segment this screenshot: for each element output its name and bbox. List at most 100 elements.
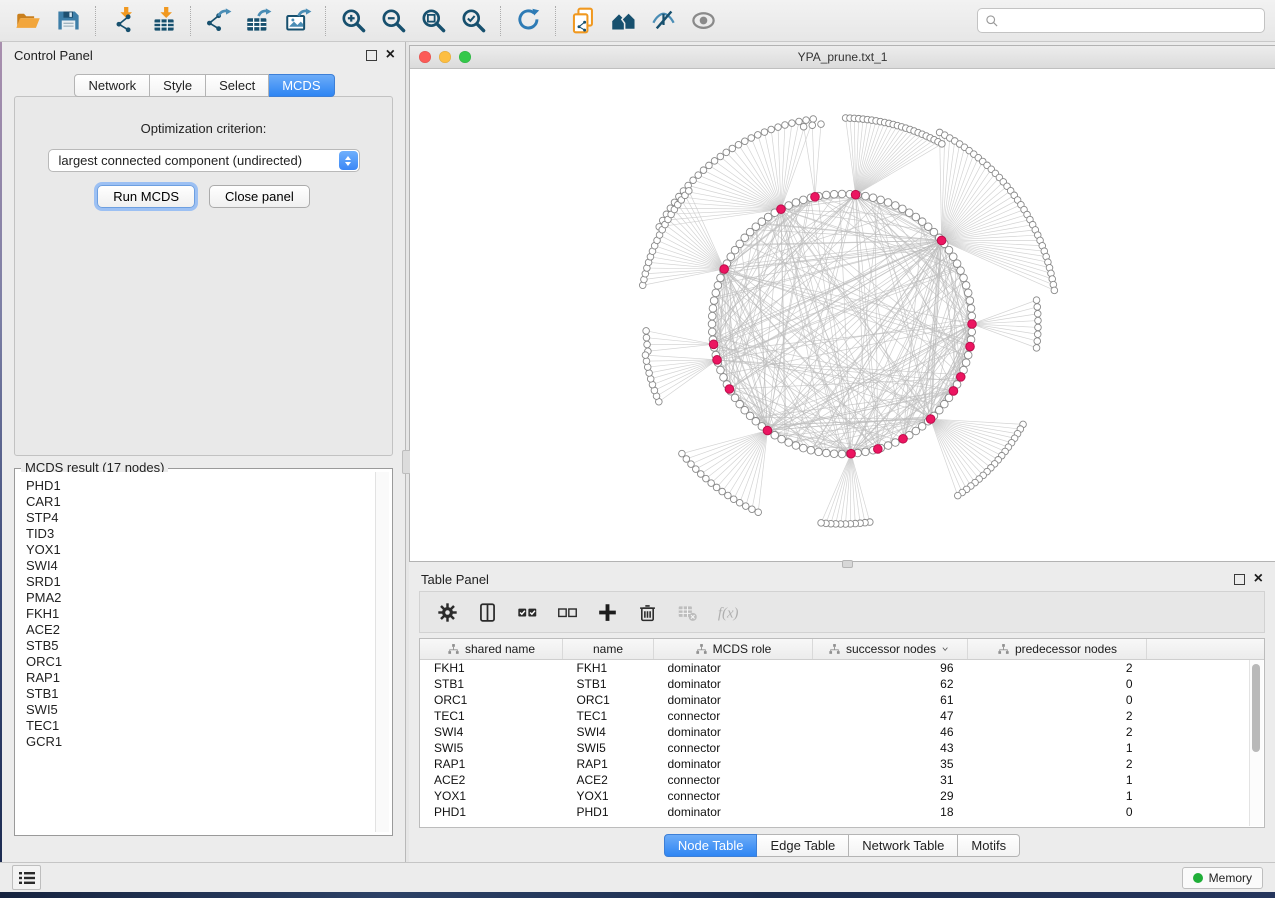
mcds-result-scrollbar[interactable] (375, 472, 389, 832)
cell-successor-nodes: 61 (813, 692, 968, 708)
float-panel-icon[interactable] (1234, 574, 1245, 585)
export-image-button[interactable] (278, 4, 318, 38)
float-panel-icon[interactable] (366, 50, 377, 61)
mcds-result-item[interactable]: STB1 (26, 686, 381, 702)
mcds-result-item[interactable]: FKH1 (26, 606, 381, 622)
control-panel-tabs: NetworkStyleSelectMCDS (4, 74, 405, 97)
table-row[interactable]: YOX1YOX1connector291 (420, 788, 1264, 804)
close-panel-button[interactable]: Close panel (209, 185, 310, 208)
search-input[interactable] (1004, 13, 1257, 29)
table-options-button[interactable] (432, 597, 462, 627)
tab-network-table[interactable]: Network Table (849, 834, 958, 857)
minimize-window-icon[interactable] (439, 51, 451, 63)
destroy-table-icon (677, 602, 698, 623)
first-neighbors-button[interactable] (603, 4, 643, 38)
select-all-icon (517, 602, 538, 623)
mcds-result-item[interactable]: TEC1 (26, 718, 381, 734)
table-row[interactable]: SWI5SWI5connector431 (420, 740, 1264, 756)
zoom-in-button[interactable] (333, 4, 373, 38)
mcds-result-item[interactable]: ORC1 (26, 654, 381, 670)
zoom-selected-button[interactable] (453, 4, 493, 38)
tab-mcds[interactable]: MCDS (269, 74, 334, 97)
search-field[interactable] (977, 8, 1265, 33)
zoom-selected-icon (460, 7, 487, 34)
column-header-MCDS-role[interactable]: MCDS role (654, 639, 813, 660)
optimization-criterion-label: Optimization criterion: (15, 121, 392, 136)
table-scrollbar[interactable] (1249, 660, 1263, 826)
hide-selected-button[interactable] (643, 4, 683, 38)
save-button[interactable] (48, 4, 88, 38)
export-image-icon (285, 7, 312, 34)
tab-network[interactable]: Network (74, 74, 150, 97)
network-window-titlebar[interactable]: YPA_prune.txt_1 (410, 46, 1275, 69)
horizontal-splitter[interactable] (409, 562, 1275, 567)
table-row[interactable]: ACE2ACE2connector311 (420, 772, 1264, 788)
mcds-result-item[interactable]: CAR1 (26, 494, 381, 510)
close-panel-icon[interactable]: × (1254, 574, 1263, 584)
table-row[interactable]: STB1STB1dominator620 (420, 676, 1264, 692)
delete-button[interactable] (632, 597, 662, 627)
mcds-result-item[interactable]: RAP1 (26, 670, 381, 686)
column-header-shared-name[interactable]: shared name (420, 639, 563, 660)
mcds-result-item[interactable]: STB5 (26, 638, 381, 654)
tab-node-table[interactable]: Node Table (664, 834, 758, 857)
run-mcds-button[interactable]: Run MCDS (97, 185, 195, 208)
mcds-result-list[interactable]: PHD1CAR1STP4TID3YOX1SWI4SRD1PMA2FKH1ACE2… (18, 472, 389, 832)
table-row[interactable]: RAP1RAP1dominator352 (420, 756, 1264, 772)
mcds-result-item[interactable]: TID3 (26, 526, 381, 542)
show-all-button[interactable] (683, 4, 723, 38)
close-window-icon[interactable] (419, 51, 431, 63)
mcds-result-item[interactable]: ACE2 (26, 622, 381, 638)
cell-shared-name: ACE2 (420, 772, 563, 788)
mcds-tab-body: Optimization criterion: largest connecte… (14, 96, 393, 456)
table-row[interactable]: ORC1ORC1dominator610 (420, 692, 1264, 708)
table-row[interactable]: TEC1TEC1connector472 (420, 708, 1264, 724)
import-network-button[interactable] (103, 4, 143, 38)
import-table-button[interactable] (143, 4, 183, 38)
mcds-result-item[interactable]: SRD1 (26, 574, 381, 590)
share-document-button[interactable] (563, 4, 603, 38)
mcds-result-item[interactable]: PMA2 (26, 590, 381, 606)
search-icon (985, 14, 999, 28)
tab-style[interactable]: Style (150, 74, 206, 97)
column-header-predecessor-nodes[interactable]: predecessor nodes (968, 639, 1147, 660)
table-options-icon (437, 602, 458, 623)
column-header-name[interactable]: name (563, 639, 654, 660)
tab-edge-table[interactable]: Edge Table (757, 834, 849, 857)
memory-button[interactable]: Memory (1182, 867, 1263, 889)
table-row[interactable]: PHD1PHD1dominator180 (420, 804, 1264, 820)
export-table-button[interactable] (238, 4, 278, 38)
mcds-result-item[interactable]: SWI4 (26, 558, 381, 574)
task-history-button[interactable] (12, 865, 41, 890)
close-panel-icon[interactable]: × (386, 50, 395, 60)
zoom-out-button[interactable] (373, 4, 413, 38)
mcds-result-item[interactable]: YOX1 (26, 542, 381, 558)
open-button[interactable] (8, 4, 48, 38)
add-button[interactable] (592, 597, 622, 627)
cell-predecessor-nodes: 0 (968, 804, 1147, 820)
mcds-result-item[interactable]: SWI5 (26, 702, 381, 718)
tab-select[interactable]: Select (206, 74, 269, 97)
cell-predecessor-nodes: 2 (968, 724, 1147, 740)
export-network-button[interactable] (198, 4, 238, 38)
table-scrollbar-thumb[interactable] (1252, 664, 1260, 752)
deselect-all-button[interactable] (552, 597, 582, 627)
optimization-criterion-select[interactable]: largest connected component (undirected) (48, 149, 360, 172)
splitter-handle[interactable] (842, 560, 853, 568)
mcds-result-item[interactable]: PHD1 (26, 478, 381, 494)
mcds-result-item[interactable]: STP4 (26, 510, 381, 526)
select-all-button[interactable] (512, 597, 542, 627)
tab-motifs[interactable]: Motifs (958, 834, 1020, 857)
window-traffic-lights (419, 51, 471, 63)
table-row[interactable]: SWI4SWI4dominator462 (420, 724, 1264, 740)
show-columns-button[interactable] (472, 597, 502, 627)
vertical-splitter[interactable] (405, 42, 409, 862)
table-row[interactable]: FKH1FKH1dominator962 (420, 660, 1264, 677)
zoom-window-icon[interactable] (459, 51, 471, 63)
zoom-fit-button[interactable] (413, 4, 453, 38)
network-canvas[interactable] (410, 69, 1275, 561)
column-header-successor-nodes[interactable]: successor nodes (813, 639, 968, 660)
cell-successor-nodes: 46 (813, 724, 968, 740)
mcds-result-item[interactable]: GCR1 (26, 734, 381, 750)
refresh-button[interactable] (508, 4, 548, 38)
